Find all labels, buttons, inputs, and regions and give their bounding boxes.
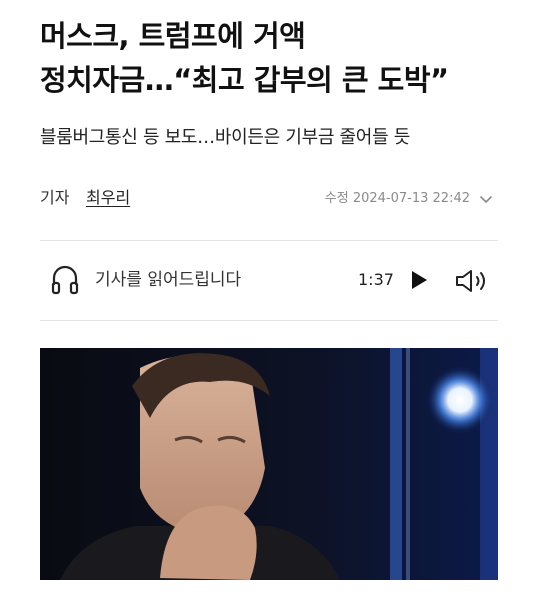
tts-read-aloud-button[interactable]: 기사를 읽어드립니다 <box>95 268 241 292</box>
byline: 기자 최우리 수정 2024-07-13 22:42 <box>40 186 500 212</box>
reporter-name-link[interactable]: 최우리 <box>86 186 130 210</box>
reporter-label: 기자 <box>40 188 70 207</box>
chevron-down-icon[interactable] <box>478 191 494 207</box>
modified-label: 수정 <box>324 191 349 206</box>
headphones-icon <box>51 265 79 295</box>
article-photo <box>40 348 498 580</box>
divider-top <box>40 240 498 241</box>
headline-line-1: 머스크, 트럼프에 거액 <box>40 19 306 53</box>
headline-line-2: 정치자금…“최고 갑부의 큰 도박” <box>40 63 449 97</box>
divider-bottom <box>40 320 498 321</box>
article-photo-illustration <box>40 348 498 580</box>
tts-duration: 1:37 <box>358 270 394 289</box>
article-page: 머스크, 트럼프에 거액 정치자금…“최고 갑부의 큰 도박” 블룸버그통신 등… <box>0 0 540 600</box>
volume-icon[interactable] <box>454 267 490 295</box>
article-subtitle: 블룸버그통신 등 보도…바이든은 기부금 줄어들 듯 <box>40 127 411 148</box>
modified-timestamp: 수정 2024-07-13 22:42 <box>325 188 470 210</box>
text-to-speech-bar: 기사를 읽어드립니다 1:37 <box>40 242 498 320</box>
article-headline: 머스크, 트럼프에 거액 정치자금…“최고 갑부의 큰 도박” <box>40 14 510 102</box>
modified-datetime: 2024-07-13 22:42 <box>352 191 470 206</box>
play-icon[interactable] <box>408 269 430 291</box>
